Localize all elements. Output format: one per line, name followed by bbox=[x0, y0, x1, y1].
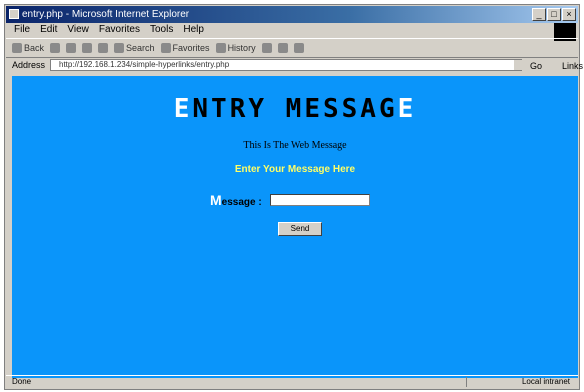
title-middle: NTRY MESSAG bbox=[192, 94, 398, 124]
search-icon bbox=[114, 43, 125, 53]
search-button[interactable]: Search bbox=[114, 43, 155, 53]
menu-favorites[interactable]: Favorites bbox=[99, 23, 140, 37]
menu-edit[interactable]: Edit bbox=[40, 23, 57, 37]
address-input[interactable]: http://192.168.1.234/simple-hyperlinks/e… bbox=[50, 59, 522, 71]
message-label-cap: M bbox=[210, 192, 222, 208]
message-label-rest: essage : bbox=[221, 197, 262, 208]
title-first-letter: E bbox=[173, 94, 193, 124]
menu-bar: File Edit View Favorites Tools Help bbox=[6, 23, 578, 41]
page-subtitle: This Is The Web Message bbox=[243, 140, 347, 151]
edit-icon[interactable] bbox=[293, 43, 304, 53]
favorites-label: Favorites bbox=[172, 43, 210, 53]
ie-icon bbox=[9, 9, 19, 19]
address-dropdown-icon[interactable] bbox=[514, 60, 522, 70]
toolbar: Back Search Favorites History bbox=[6, 38, 578, 58]
close-button[interactable]: × bbox=[562, 8, 576, 21]
go-button[interactable]: Go bbox=[530, 58, 542, 74]
back-button[interactable]: Back bbox=[12, 43, 44, 53]
home-icon[interactable] bbox=[98, 43, 109, 53]
back-arrow-icon bbox=[12, 43, 22, 53]
entry-prompt: Enter Your Message Here bbox=[234, 164, 356, 175]
menu-tools[interactable]: Tools bbox=[150, 23, 173, 37]
favorites-button[interactable]: Favorites bbox=[160, 43, 210, 53]
refresh-icon[interactable] bbox=[82, 43, 93, 53]
print-icon[interactable] bbox=[277, 43, 288, 53]
message-input[interactable] bbox=[269, 194, 370, 206]
menu-view[interactable]: View bbox=[67, 23, 89, 37]
window-title: entry.php - Microsoft Internet Explorer bbox=[22, 9, 190, 20]
minimize-button[interactable]: _ bbox=[532, 8, 546, 21]
address-label: Address bbox=[12, 60, 46, 70]
history-icon bbox=[215, 43, 226, 53]
browser-window: entry.php - Microsoft Internet Explorer … bbox=[4, 4, 583, 390]
maximize-button[interactable]: □ bbox=[547, 8, 561, 21]
page-content: ENTRY MESSAGE This Is The Web Message En… bbox=[12, 76, 578, 378]
zone-indicator: Local intranet bbox=[521, 377, 570, 386]
page-title: ENTRY MESSAGE bbox=[12, 94, 578, 124]
history-button[interactable]: History bbox=[215, 43, 256, 53]
menu-help[interactable]: Help bbox=[183, 23, 204, 37]
status-text: Done bbox=[12, 377, 32, 386]
status-divider bbox=[466, 377, 467, 387]
send-button[interactable]: Send bbox=[278, 222, 322, 236]
links-button[interactable]: Links bbox=[562, 58, 583, 74]
forward-arrow-icon[interactable] bbox=[50, 43, 61, 53]
back-label: Back bbox=[24, 43, 45, 53]
title-last-letter: E bbox=[397, 94, 417, 124]
favorites-icon bbox=[160, 43, 171, 53]
status-bar: Done Local intranet bbox=[6, 375, 578, 388]
message-label: Message : bbox=[210, 192, 262, 208]
message-row: Message : bbox=[210, 192, 370, 208]
mail-icon[interactable] bbox=[261, 43, 272, 53]
menu-file[interactable]: File bbox=[14, 23, 30, 37]
title-bar: entry.php - Microsoft Internet Explorer … bbox=[6, 6, 578, 23]
history-label: History bbox=[227, 43, 256, 53]
stop-icon[interactable] bbox=[66, 43, 77, 53]
search-label: Search bbox=[126, 43, 155, 53]
address-bar: Address http://192.168.1.234/simple-hype… bbox=[6, 57, 583, 74]
